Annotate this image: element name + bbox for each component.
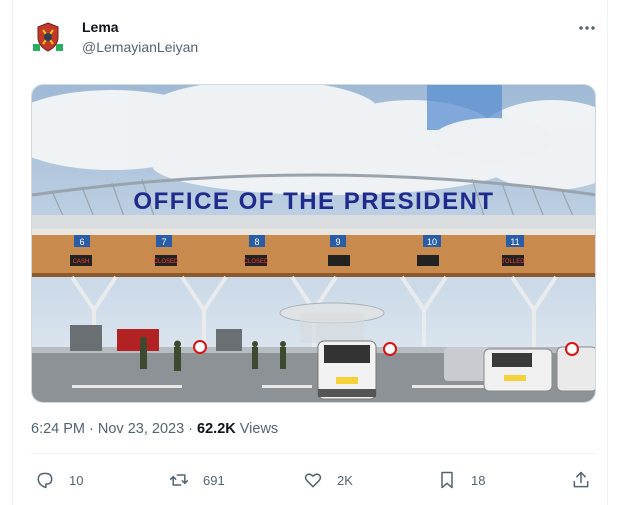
lane-status: CLOSED bbox=[154, 259, 179, 265]
heart-icon bbox=[304, 473, 322, 488]
bookmark-button[interactable]: 18 bbox=[437, 466, 485, 494]
reply-icon bbox=[37, 472, 53, 489]
tweet-photo[interactable]: OFFICE OF THE PRESIDENT 6 7 8 9 10 11 CA… bbox=[31, 84, 596, 403]
bookmark-count: 18 bbox=[471, 472, 486, 488]
lane-number: 8 bbox=[254, 237, 259, 247]
like-button[interactable]: 2K bbox=[303, 466, 353, 494]
views-label: Views bbox=[235, 421, 279, 437]
author-avatar[interactable] bbox=[31, 20, 65, 54]
lane-number: 11 bbox=[510, 237, 519, 247]
views-count[interactable]: 62.2K bbox=[197, 421, 236, 437]
author-handle[interactable]: @LemayianLeiyan bbox=[82, 39, 198, 55]
more-options-button[interactable] bbox=[577, 20, 597, 36]
reply-count: 10 bbox=[69, 472, 84, 488]
reply-button[interactable]: 10 bbox=[35, 466, 83, 494]
gate-sign-text: OFFICE OF THE PRESIDENT bbox=[133, 188, 494, 215]
lane-number: 7 bbox=[161, 237, 166, 247]
author-display-name[interactable]: Lema bbox=[82, 19, 119, 35]
share-button[interactable] bbox=[571, 466, 591, 494]
lane-number: 10 bbox=[427, 237, 437, 247]
bookmark-icon bbox=[441, 471, 453, 489]
share-icon bbox=[573, 471, 589, 488]
more-dots-icon bbox=[579, 26, 595, 30]
tweet-timestamp[interactable]: 6:24 PM · Nov 23, 2023 · bbox=[31, 421, 197, 437]
repost-button[interactable]: 691 bbox=[169, 466, 225, 494]
lane-status: CLOSED bbox=[244, 259, 269, 265]
tweet-meta: 6:24 PM · Nov 23, 2023 · 62.2K Views bbox=[31, 421, 278, 437]
lane-number: 6 bbox=[79, 237, 84, 247]
divider bbox=[31, 453, 596, 454]
lane-status: CASH bbox=[73, 259, 90, 265]
photo-office-of-the-president-gate: OFFICE OF THE PRESIDENT 6 7 8 9 10 11 CA… bbox=[32, 85, 595, 402]
repost-count: 691 bbox=[203, 472, 225, 488]
lane-number: 9 bbox=[335, 237, 340, 247]
repost-icon bbox=[169, 474, 189, 486]
tweet-action-bar: 10 691 2K 18 bbox=[31, 466, 596, 494]
lane-status: TOLLED bbox=[501, 259, 525, 265]
like-count: 2K bbox=[337, 472, 353, 488]
avatar-emblem-icon bbox=[31, 20, 65, 54]
